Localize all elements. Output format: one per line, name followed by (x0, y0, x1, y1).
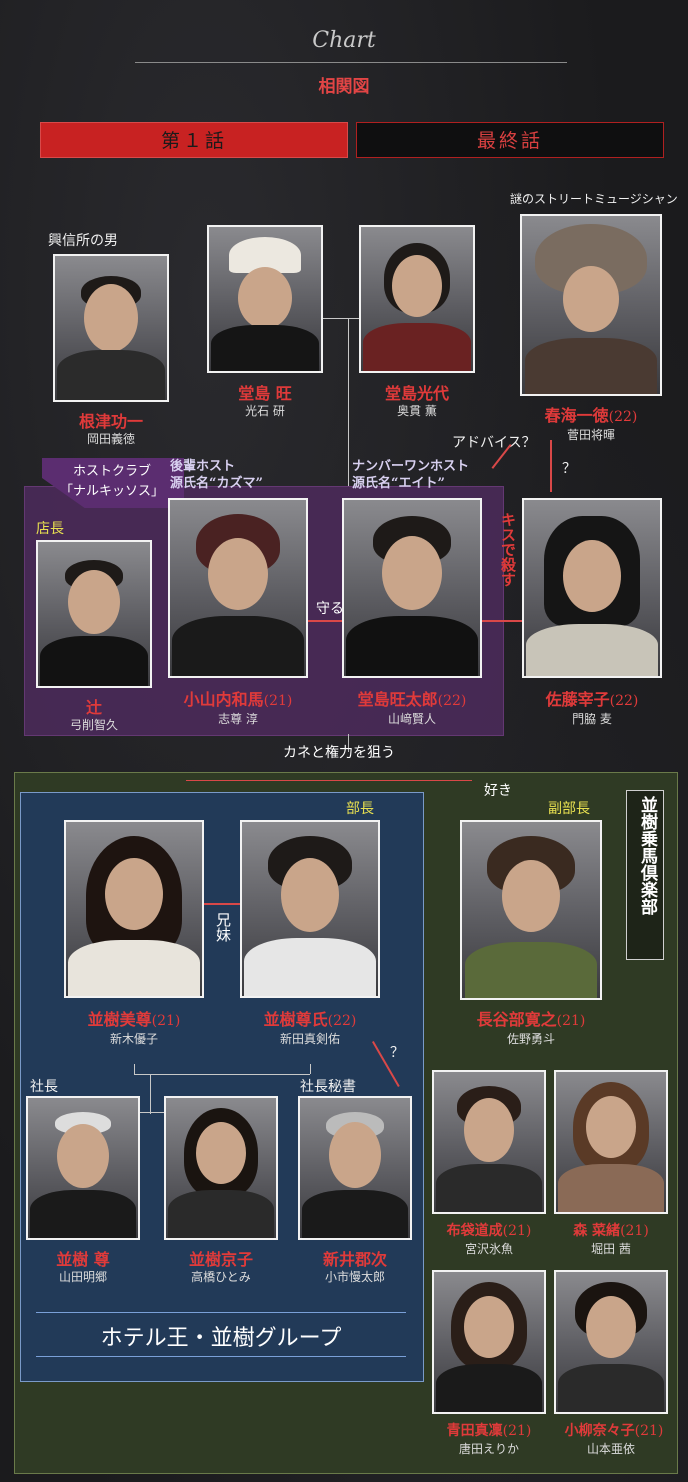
photo-nezu (53, 254, 169, 402)
actor-sato: 門脇 麦 (572, 712, 612, 726)
actor-koyamauchi: 志尊 淳 (218, 712, 258, 726)
photo-hotei (432, 1070, 546, 1214)
role-namiki-s: 部長 (346, 801, 374, 817)
name-dojima-o: 堂島 旺 (238, 384, 292, 403)
actor-namiki-s: 新田真剣佑 (279, 1032, 340, 1046)
photo-mori (554, 1070, 668, 1214)
hotel-label-line-top (36, 1312, 406, 1313)
tab-episode-1[interactable]: 第１話 (40, 122, 348, 158)
role-koyamauchi: 後輩ホスト 源氏名“カズマ” (170, 459, 263, 491)
photo-namiki-k (164, 1096, 278, 1240)
hotel-label-line-bottom (36, 1356, 406, 1357)
name-namiki-s: 並樹尊氏(22) (263, 1010, 357, 1029)
protect-arrow (308, 620, 342, 622)
name-koyamauchi: 小山内和馬(21) (183, 690, 293, 709)
relation-advice: アドバイス？ (452, 435, 536, 451)
relation-kiss-kill: キスで殺す (499, 512, 517, 587)
family-connector-h (134, 1074, 310, 1075)
relation-q1: ？ (562, 461, 576, 477)
name-sato: 佐藤宰子(22) (545, 690, 639, 709)
family-connector-down (150, 1074, 151, 1114)
actor-hotei: 宮沢氷魚 (464, 1242, 513, 1256)
name-dojima-m: 堂島光代 (384, 384, 449, 403)
photo-koyanagi (554, 1270, 668, 1414)
role-harumi: 謎のストリートミュージシャン (510, 192, 678, 206)
harumi-sato-arrow (550, 440, 552, 492)
relation-money-power: カネと権力を狙う (283, 745, 395, 761)
actor-dojima-m: 奥貫 薫 (397, 404, 437, 418)
actor-mori: 堀田 茜 (591, 1242, 631, 1256)
role-hasebe: 副部長 (548, 801, 590, 817)
photo-namiki-t (26, 1096, 140, 1240)
name-dojima-k: 堂島旺太郎(22) (357, 690, 467, 709)
photo-sato (522, 498, 662, 678)
actor-tsuji: 弓削智久 (69, 718, 118, 732)
actor-namiki-mi: 新木優子 (109, 1032, 158, 1046)
actor-harumi: 菅田将暉 (566, 428, 615, 442)
connector-parents-down (348, 318, 349, 486)
name-koyanagi: 小柳奈々子(21) (564, 1423, 664, 1439)
photo-dojima-k (342, 498, 482, 678)
actor-namiki-k: 高橋ひとみ (191, 1270, 251, 1284)
relation-q2: ？ (390, 1045, 404, 1061)
actor-nezu: 岡田義徳 (86, 432, 135, 446)
name-harumi: 春海一徳(22) (544, 406, 638, 425)
actor-koyanagi: 山本亜依 (586, 1442, 635, 1456)
role-dojima-k: ナンバーワンホスト 源氏名“エイト” (352, 459, 470, 491)
photo-koyamauchi (168, 498, 308, 678)
actor-dojima-k: 山﨑賢人 (387, 712, 436, 726)
name-namiki-t: 並樹 尊 (56, 1250, 110, 1269)
like-line (186, 780, 472, 781)
name-aota: 青田真凜(21) (446, 1423, 532, 1439)
family-connector-right (310, 1064, 311, 1074)
role-namiki-t: 社長 (30, 1079, 58, 1095)
actor-aota: 唐田えりか (458, 1442, 519, 1456)
role-nezu: 興信所の男 (48, 233, 118, 249)
name-arai: 新井郡次 (322, 1250, 387, 1269)
hotel-group-label: ホテル王・並樹グループ (100, 1326, 342, 1351)
actor-hasebe: 佐野勇斗 (506, 1032, 555, 1046)
connector-parents (323, 318, 359, 319)
name-mori: 森 菜緒(21) (573, 1223, 649, 1239)
page-subtitle: 相関図 (318, 77, 370, 97)
photo-dojima-o (207, 225, 323, 373)
name-tsuji: 辻 (85, 698, 102, 717)
photo-hasebe (460, 820, 602, 1000)
photo-arai (298, 1096, 412, 1240)
role-arai: 社長秘書 (300, 1079, 356, 1095)
name-nezu: 根津功一 (78, 412, 143, 431)
photo-tsuji (36, 540, 152, 688)
title-divider (135, 62, 567, 63)
siblings-arrow (204, 903, 240, 905)
photo-namiki-s (240, 820, 380, 998)
host-club-label: ホストクラブ 「ナルキッソス」 (59, 464, 164, 499)
relation-protect: 守る (316, 601, 344, 617)
relation-like: 好き (484, 783, 512, 799)
family-connector-left (134, 1064, 135, 1074)
parents-connector (140, 1112, 164, 1113)
photo-aota (432, 1270, 546, 1414)
photo-namiki-mi (64, 820, 204, 998)
actor-arai: 小市慢太郎 (324, 1270, 385, 1284)
actor-dojima-o: 光石 研 (245, 404, 285, 418)
riding-club-label: 並樹乗馬倶楽部 (637, 796, 657, 915)
name-hotei: 布袋道成(21) (446, 1223, 532, 1239)
actor-namiki-t: 山田明郷 (58, 1270, 107, 1284)
photo-dojima-m (359, 225, 475, 373)
kiss-arrow (482, 620, 522, 622)
name-hasebe: 長谷部寛之(21) (476, 1010, 586, 1029)
chart-script-title: Chart (312, 28, 376, 53)
role-tsuji: 店長 (36, 521, 64, 537)
relation-siblings: 兄妹 (214, 912, 232, 942)
tab-final-episode[interactable]: 最終話 (356, 122, 664, 158)
name-namiki-k: 並樹京子 (188, 1250, 253, 1269)
photo-harumi (520, 214, 662, 396)
name-namiki-mi: 並樹美尊(21) (87, 1010, 181, 1029)
